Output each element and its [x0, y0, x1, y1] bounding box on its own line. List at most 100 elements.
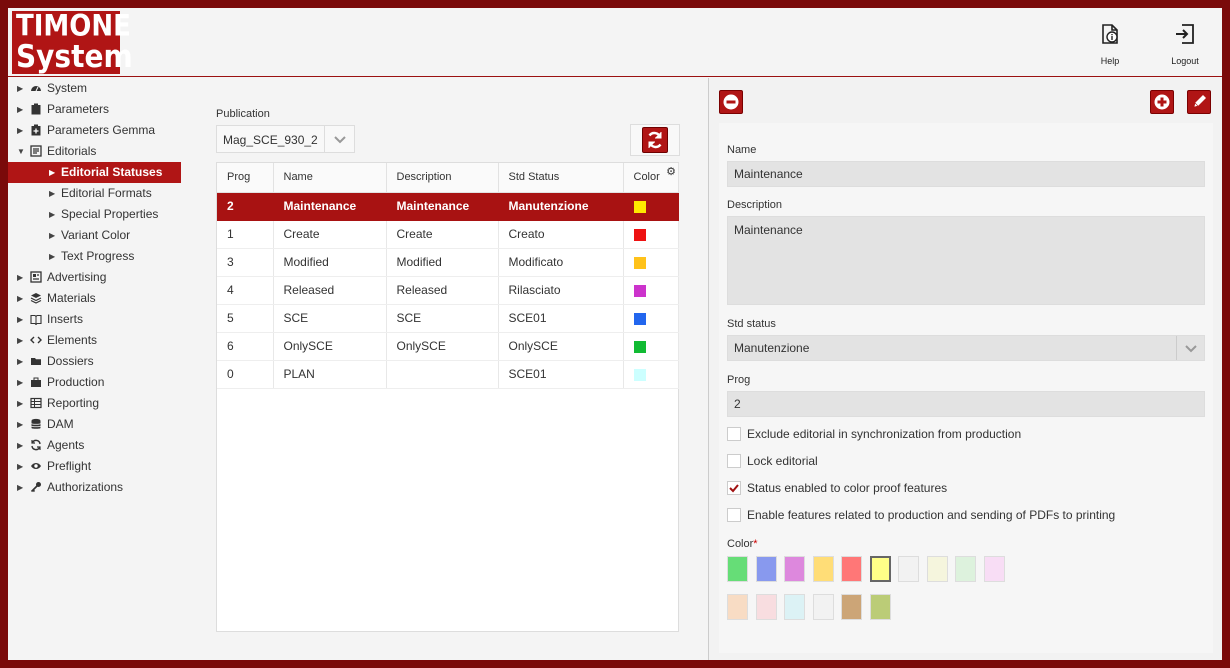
color-option[interactable]: [869, 556, 891, 582]
column-header-name[interactable]: Name: [273, 163, 387, 193]
publication-select[interactable]: Mag_SCE_930_2: [216, 125, 355, 153]
color-option[interactable]: [812, 556, 834, 582]
table-row[interactable]: 6 OnlySCE OnlySCE OnlySCE: [217, 332, 679, 361]
table-row[interactable]: 3 Modified Modified Modificato: [217, 248, 679, 277]
color-option[interactable]: [955, 556, 976, 582]
caret-right-icon: ▶: [17, 420, 24, 429]
color-option[interactable]: [727, 556, 748, 582]
color-option[interactable]: [755, 556, 777, 582]
sidebar-item-label: Special Properties: [61, 207, 159, 221]
status-form: Name Maintenance Description Maintenance…: [719, 123, 1213, 653]
sidebar-item-reporting[interactable]: ▶ Reporting: [8, 393, 188, 414]
caret-right-icon: ▶: [49, 168, 56, 177]
color-option[interactable]: [869, 594, 891, 620]
caret-right-icon: ▶: [49, 210, 56, 219]
table-row[interactable]: 1 Create Create Creato: [217, 220, 679, 249]
lock-editorial-checkbox[interactable]: [727, 454, 741, 468]
cell-name: Maintenance: [273, 192, 387, 221]
color-option[interactable]: [983, 556, 1005, 582]
sidebar-item-label: DAM: [47, 417, 74, 431]
color-label: Color*: [727, 538, 758, 550]
color-option[interactable]: [727, 594, 748, 620]
cell-name: Modified: [273, 248, 387, 277]
sidebar-item-parameters-gemma[interactable]: ▶ Parameters Gemma: [8, 120, 188, 141]
sidebar-item-label: Production: [47, 375, 105, 389]
name-input[interactable]: Maintenance: [727, 161, 1205, 187]
caret-right-icon: ▶: [17, 378, 24, 387]
cell-std-status: Creato: [498, 220, 624, 249]
color-option[interactable]: [841, 556, 862, 582]
sidebar-item-agents[interactable]: ▶ Agents: [8, 435, 188, 456]
sidebar-item-production[interactable]: ▶ Production: [8, 372, 188, 393]
sidebar-item-preflight[interactable]: ▶ Preflight: [8, 456, 188, 477]
sidebar-item-dossiers[interactable]: ▶ Dossiers: [8, 351, 188, 372]
color-proof-checkbox[interactable]: [727, 481, 741, 495]
add-button[interactable]: [1150, 90, 1174, 114]
sidebar-item-dam[interactable]: ▶ DAM: [8, 414, 188, 435]
color-option[interactable]: [898, 556, 919, 582]
sidebar-item-editorial-statuses[interactable]: ▶ Editorial Statuses: [8, 162, 181, 183]
cell-description: Modified: [386, 248, 499, 277]
caret-right-icon: ▶: [17, 273, 24, 282]
cell-color: [623, 192, 679, 221]
cell-std-status: Manutenzione: [498, 192, 624, 221]
edit-button[interactable]: [1187, 90, 1211, 114]
table-row[interactable]: 0 PLAN SCE01: [217, 360, 679, 389]
help-document-icon: [1102, 24, 1118, 44]
caret-right-icon: ▶: [17, 84, 24, 93]
sidebar-item-advertising[interactable]: ▶ Advertising: [8, 267, 188, 288]
column-header-prog[interactable]: Prog: [217, 163, 274, 193]
cell-description: Released: [386, 276, 499, 305]
delete-button[interactable]: [719, 90, 743, 114]
sidebar-item-text-progress[interactable]: ▶ Text Progress: [8, 246, 188, 267]
color-option[interactable]: [926, 556, 948, 582]
color-option[interactable]: [841, 594, 862, 620]
std-status-select[interactable]: Manutenzione: [727, 335, 1205, 361]
sidebar-item-editorial-formats[interactable]: ▶ Editorial Formats: [8, 183, 188, 204]
table-row[interactable]: 2 Maintenance Maintenance Manutenzione: [217, 192, 679, 221]
cell-color: [623, 360, 679, 389]
pdf-printing-checkbox[interactable]: [727, 508, 741, 522]
table-row[interactable]: 5 SCE SCE SCE01: [217, 304, 679, 333]
sidebar-item-label: Agents: [47, 438, 85, 452]
pdf-printing-label: Enable features related to production an…: [747, 508, 1116, 522]
help-button[interactable]: Help: [1085, 18, 1135, 73]
sidebar-item-variant-color[interactable]: ▶ Variant Color: [8, 225, 188, 246]
color-proof-label: Status enabled to color proof features: [747, 481, 948, 495]
briefcase-icon: [31, 377, 41, 387]
color-option[interactable]: [812, 594, 834, 620]
exclude-sync-checkbox[interactable]: [727, 427, 741, 441]
folder-icon: [31, 358, 41, 365]
prog-input[interactable]: 2: [727, 391, 1205, 417]
advertising-icon: [30, 271, 42, 283]
color-option[interactable]: [755, 594, 777, 620]
description-textarea[interactable]: Maintenance: [727, 216, 1205, 305]
sidebar-item-authorizations[interactable]: ▶ Authorizations: [8, 477, 188, 498]
sidebar-item-label: System: [47, 81, 88, 95]
sidebar-item-label: Parameters Gemma: [47, 123, 156, 137]
table-row[interactable]: 4 Released Released Rilasciato: [217, 276, 679, 305]
sidebar-item-label: Editorial Formats: [61, 186, 152, 200]
refresh-button[interactable]: [642, 127, 668, 153]
sidebar-item-inserts[interactable]: ▶ Inserts: [8, 309, 188, 330]
column-header-description[interactable]: Description: [386, 163, 499, 193]
sidebar-item-special-properties[interactable]: ▶ Special Properties: [8, 204, 188, 225]
gear-icon[interactable]: ⚙: [666, 165, 676, 178]
cell-std-status: Rilasciato: [498, 276, 624, 305]
sidebar-item-system[interactable]: ▶ System: [8, 78, 188, 99]
cell-name: Released: [273, 276, 387, 305]
sidebar-item-materials[interactable]: ▶ Materials: [8, 288, 188, 309]
app-logo[interactable]: TIMONE System: [12, 10, 133, 74]
sidebar-item-elements[interactable]: ▶ Elements: [8, 330, 188, 351]
cell-description: OnlySCE: [386, 332, 499, 361]
column-header-std-status[interactable]: Std Status: [498, 163, 624, 193]
color-option[interactable]: [784, 556, 805, 582]
caret-right-icon: ▶: [17, 441, 24, 450]
grid-header-row: Prog Name Description Std Status Color: [217, 163, 679, 193]
sidebar-item-parameters[interactable]: ▶ Parameters: [8, 99, 188, 120]
color-option[interactable]: [784, 594, 805, 620]
logout-button[interactable]: Logout: [1160, 18, 1210, 73]
color-swatch: [633, 340, 646, 353]
caret-right-icon: ▶: [17, 126, 24, 135]
sidebar-item-editorials[interactable]: ▼ Editorials: [8, 141, 188, 162]
